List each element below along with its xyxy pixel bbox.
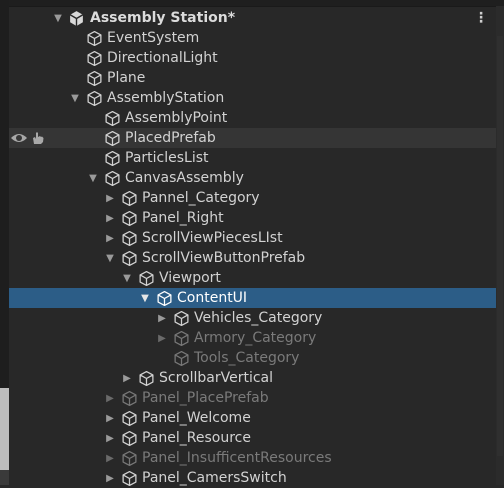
hierarchy-item-scrollviewbuttonprefab[interactable]: ▼ ScrollViewButtonPrefab [9,248,496,268]
scene-row[interactable]: ▼ Assembly Station* ⋮ [9,8,496,28]
hierarchy-item-panel-placeprefab[interactable]: ▶ Panel_PlacePrefab [9,388,496,408]
gameobject-cube-icon [103,129,121,147]
chevron-right-icon[interactable]: ▶ [104,448,116,468]
hand-icon[interactable] [31,131,45,149]
gameobject-cube-icon [172,309,190,327]
chevron-right-icon[interactable]: ▶ [104,468,116,488]
gameobject-cube-icon [172,329,190,347]
hierarchy-item-directionallight[interactable]: DirectionalLight [9,48,496,68]
item-label: ScrollViewPiecesLIst [142,230,283,246]
hierarchy-item-panel-resource[interactable]: ▶ Panel_Resource [9,428,496,448]
item-label: EventSystem [107,30,200,46]
gameobject-cube-icon [120,229,138,247]
hierarchy-item-panel-camersswitch[interactable]: ▶ Panel_CamersSwitch [9,468,496,488]
item-label: Vehicles_Category [194,310,323,326]
chevron-down-icon[interactable]: ▼ [87,168,99,188]
gameobject-cube-icon [103,149,121,167]
gameobject-cube-icon [103,109,121,127]
vertical-scrollbar[interactable] [496,6,504,485]
visibility-controls [9,128,49,148]
unity-scene-icon [67,9,85,27]
scene-title: Assembly Station* [90,10,236,26]
gameobject-cube-icon [85,29,103,47]
gameobject-cube-icon [120,189,138,207]
hierarchy-item-viewport[interactable]: ▼ Viewport [9,268,496,288]
chevron-right-icon[interactable]: ▶ [104,228,116,248]
chevron-right-icon[interactable]: ▶ [156,308,168,328]
chevron-right-icon[interactable]: ▶ [121,368,133,388]
gameobject-cube-icon [120,389,138,407]
hierarchy-item-panel-welcome[interactable]: ▶ Panel_Welcome [9,408,496,428]
chevron-down-icon[interactable]: ▼ [139,288,151,308]
item-label: ScrollViewButtonPrefab [142,250,306,266]
item-label: DirectionalLight [107,50,218,66]
kebab-menu-icon[interactable]: ⋮ [474,8,488,28]
item-label: Armory_Category [194,330,317,346]
gameobject-cube-icon [85,89,103,107]
hierarchy-item-eventsystem[interactable]: EventSystem [9,28,496,48]
hierarchy-item-vehicles-category[interactable]: ▶ Vehicles_Category [9,308,496,328]
item-label: AssemblyStation [107,90,225,106]
item-label: Viewport [159,270,221,286]
item-label: Panel_InsufficentResources [142,450,332,466]
gameobject-cube-icon [137,269,155,287]
hierarchy-item-canvasassembly[interactable]: ▼ CanvasAssembly [9,168,496,188]
gameobject-cube-icon [120,449,138,467]
hierarchy-item-scrollbarvertical[interactable]: ▶ ScrollbarVertical [9,368,496,388]
item-label: Panel_PlacePrefab [142,390,269,406]
item-label: Pannel_Category [142,190,260,206]
hierarchy-panel: ▼ Assembly Station* ⋮ EventSystem Direct… [9,6,504,486]
eye-icon[interactable] [10,131,28,149]
chevron-right-icon[interactable]: ▶ [104,388,116,408]
chevron-down-icon[interactable]: ▼ [52,8,64,28]
scene-view-edge-dark [0,470,9,485]
hierarchy-item-placedprefab[interactable]: PlacedPrefab [9,128,496,148]
gameobject-cube-icon [85,49,103,67]
item-label: Tools_Category [194,350,300,366]
chevron-down-icon[interactable]: ▼ [121,268,133,288]
hierarchy-item-contentui[interactable]: ▼ ContentUI [9,288,496,308]
item-label: AssemblyPoint [125,110,228,126]
gameobject-cube-icon [85,69,103,87]
gameobject-cube-icon [103,169,121,187]
gameobject-cube-icon [120,429,138,447]
item-label: ContentUI [177,290,248,306]
chevron-down-icon[interactable]: ▼ [69,88,81,108]
item-label: Panel_CamersSwitch [142,470,287,486]
gameobject-cube-icon [120,409,138,427]
scrollbar-thumb[interactable] [497,36,503,456]
hierarchy-item-pannel-category[interactable]: ▶ Pannel_Category [9,188,496,208]
item-label: Panel_Right [142,210,224,226]
chevron-right-icon[interactable]: ▶ [104,188,116,208]
item-label: Plane [107,70,146,86]
item-label: ScrollbarVertical [159,370,274,386]
item-label: CanvasAssembly [125,170,244,186]
scene-view-edge [0,0,9,485]
item-label: ParticlesList [125,150,209,166]
hierarchy-item-tools-category[interactable]: Tools_Category [9,348,496,368]
hierarchy-item-plane[interactable]: Plane [9,68,496,88]
scene-view-edge-light [0,388,9,470]
gameobject-cube-icon [137,369,155,387]
gameobject-cube-icon [155,289,173,307]
gameobject-cube-icon [120,249,138,267]
item-label: Panel_Resource [142,430,251,446]
gameobject-cube-icon [120,469,138,487]
hierarchy-item-panel-insufficentresources[interactable]: ▶ Panel_InsufficentResources [9,448,496,468]
chevron-down-icon[interactable]: ▼ [104,248,116,268]
chevron-right-icon[interactable]: ▶ [104,428,116,448]
chevron-right-icon[interactable]: ▶ [104,208,116,228]
item-label: PlacedPrefab [125,130,216,146]
hierarchy-item-assemblystation[interactable]: ▼ AssemblyStation [9,88,496,108]
hierarchy-item-particleslist[interactable]: ParticlesList [9,148,496,168]
chevron-right-icon[interactable]: ▶ [156,328,168,348]
gameobject-cube-icon [172,349,190,367]
hierarchy-item-panel-right[interactable]: ▶ Panel_Right [9,208,496,228]
item-label: Panel_Welcome [142,410,251,426]
hierarchy-item-assemblypoint[interactable]: AssemblyPoint [9,108,496,128]
chevron-right-icon[interactable]: ▶ [104,408,116,428]
hierarchy-item-scrollviewpieceslist[interactable]: ▶ ScrollViewPiecesLIst [9,228,496,248]
gameobject-cube-icon [120,209,138,227]
hierarchy-item-armory-category[interactable]: ▶ Armory_Category [9,328,496,348]
